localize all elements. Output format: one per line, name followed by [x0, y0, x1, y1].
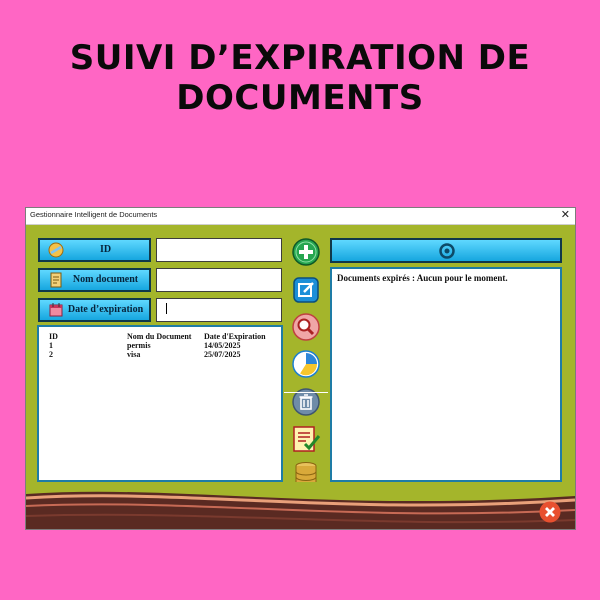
page-heading-line2: DOCUMENTS [176, 78, 424, 118]
expiry-date-button[interactable]: Date d’expiration [38, 298, 151, 322]
document-name-label: Nom document [72, 274, 139, 285]
page-heading-line1: SUIVI D’EXPIRATION DE [69, 38, 531, 78]
close-app-icon[interactable] [539, 501, 561, 523]
add-icon[interactable] [292, 238, 320, 266]
expiry-date-label: Date d’expiration [67, 304, 144, 315]
document-name-button[interactable]: Nom document [38, 268, 151, 292]
text-caret [166, 303, 167, 314]
page-heading: SUIVI D’EXPIRATION DE DOCUMENTS [0, 38, 600, 118]
app-window: Gestionnaire Intelligent de Documents ✕ … [25, 207, 576, 530]
edit-icon[interactable] [292, 276, 320, 304]
window-titlebar: Gestionnaire Intelligent de Documents ✕ [26, 208, 575, 225]
row-name: permis [127, 341, 151, 350]
row-id: 1 [49, 341, 53, 350]
report-icon[interactable] [290, 424, 322, 454]
column-header-id: ID [49, 332, 58, 341]
refresh-icon [439, 243, 455, 259]
search-icon[interactable] [292, 313, 320, 341]
id-button[interactable]: ID [38, 238, 151, 262]
column-header-date: Date d'Expiration [204, 332, 266, 341]
column-header-name: Nom du Document [127, 332, 192, 341]
status-panel: Documents expirés : Aucun pour le moment… [330, 267, 562, 482]
window-title: Gestionnaire Intelligent de Documents [30, 210, 158, 219]
list-header: ID Nom du Document Date d'Expiration [39, 332, 279, 341]
pie-chart-icon[interactable] [292, 350, 320, 378]
decorative-wave [26, 482, 575, 529]
toolbar-separator [284, 392, 328, 393]
row-date: 25/07/2025 [204, 350, 241, 359]
id-input[interactable] [156, 238, 282, 262]
expiry-date-input[interactable] [156, 298, 282, 322]
table-row[interactable]: 1 permis 14/05/2025 [39, 341, 279, 350]
window-close-icon[interactable]: ✕ [561, 208, 570, 221]
row-id: 2 [49, 350, 53, 359]
expired-documents-message: Documents expirés : Aucun pour le moment… [337, 273, 508, 283]
id-label: ID [99, 244, 112, 255]
document-list[interactable]: ID Nom du Document Date d'Expiration 1 p… [37, 325, 283, 482]
table-row[interactable]: 2 visa 25/07/2025 [39, 350, 279, 359]
refresh-button[interactable] [330, 238, 562, 263]
document-name-input[interactable] [156, 268, 282, 292]
row-name: visa [127, 350, 141, 359]
row-date: 14/05/2025 [204, 341, 241, 350]
